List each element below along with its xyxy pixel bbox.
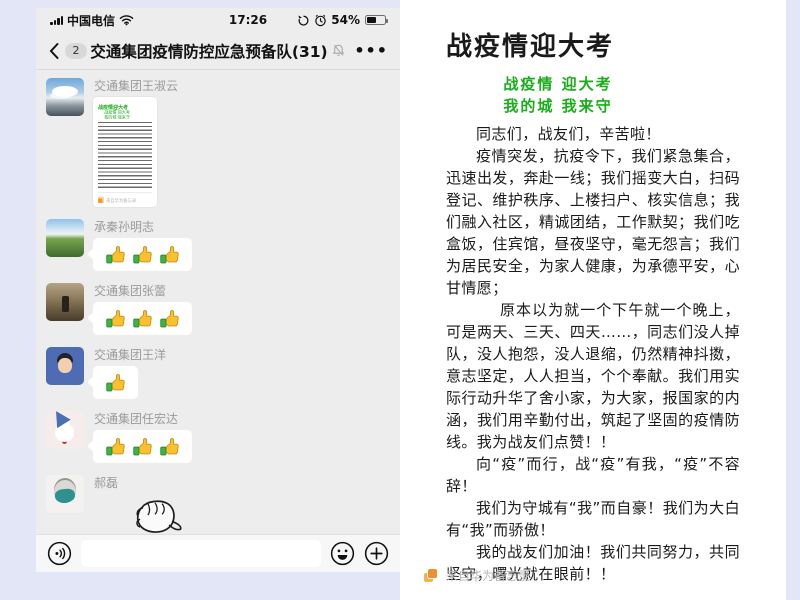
unread-count-badge: 2 (65, 43, 87, 59)
chat-nav-bar: 2 交通集团疫情防控应急预备队(31) ••• (36, 32, 400, 70)
carrier-label: 中国电信 (67, 12, 115, 29)
paragraph: 同志们，战友们，辛苦啦！ (446, 123, 740, 145)
mini-doc-subtitle: 战疫情 迎大考 (98, 109, 151, 111)
battery-icon (365, 15, 386, 26)
message-row: 交通集团王淑云 战疫情迎大考 战疫情 迎大考 我的城 我来守 来自华为备忘录 (46, 78, 390, 207)
fist-sticker[interactable] (121, 496, 189, 534)
muted-bell-icon (331, 43, 346, 58)
message-bubble[interactable] (93, 302, 192, 335)
document-body: 同志们，战友们，辛苦啦！ 疫情突发，抗疫令下，我们紧急集合，迅速出发，奔赴一线；… (446, 123, 740, 585)
paragraph: 疫情突发，抗疫令下，我们紧急集合，迅速出发，奔赴一线；我们摇变大白，扫码登记、维… (446, 145, 740, 299)
avatar[interactable] (46, 219, 84, 257)
document-footer: 来自华为备忘录 (424, 567, 530, 584)
subtitle-line: 战疫情 迎大考 (446, 73, 670, 95)
sender-name: 交通集团任宏达 (94, 412, 390, 426)
message-row: 交通集团张蕾 (46, 283, 390, 335)
status-bar: 中国电信 17:26 54% (36, 8, 400, 32)
mini-text-lines (98, 122, 152, 188)
document-title: 战疫情迎大考 (446, 26, 740, 63)
avatar[interactable] (46, 475, 84, 513)
cell-signal-icon (50, 16, 63, 25)
card-source-label: 来自华为备忘录 (106, 197, 136, 203)
message-row: 承秦孙明志 (46, 219, 390, 271)
more-menu-button[interactable]: ••• (354, 41, 388, 60)
paragraph: 我们为守城有“我”而自豪！我们为大白有“我”而骄傲！ (446, 497, 740, 541)
avatar[interactable] (46, 411, 84, 449)
rotation-lock-icon (297, 14, 310, 27)
alarm-icon (314, 14, 327, 27)
subtitle-line: 我的城 我来守 (446, 95, 670, 117)
message-bubble[interactable] (93, 430, 192, 463)
thumbs-up-icon (105, 309, 126, 330)
paragraph: 向“疫”而行，战“疫”有我，“疫”不容辞！ (446, 453, 740, 497)
document-source-label: 来自华为备忘录 (446, 567, 530, 584)
sender-name: 承秦孙明志 (94, 220, 390, 234)
plus-button[interactable] (364, 541, 389, 566)
chat-title: 交通集团疫情防控应急预备队(31) (36, 40, 400, 62)
message-input[interactable] (81, 540, 321, 567)
shared-note-card[interactable]: 战疫情迎大考 战疫情 迎大考 我的城 我来守 来自华为备忘录 (93, 97, 157, 207)
memo-document-panel: 战疫情迎大考 战疫情 迎大考 我的城 我来守 同志们，战友们，辛苦啦！ 疫情突发… (400, 0, 786, 600)
clock-time: 17:26 (229, 8, 267, 32)
message-list[interactable]: 交通集团王淑云 战疫情迎大考 战疫情 迎大考 我的城 我来守 来自华为备忘录 承… (36, 70, 400, 534)
wifi-icon (119, 14, 134, 26)
thumbs-up-icon (159, 245, 180, 266)
battery-percent: 54% (331, 13, 360, 27)
sender-name: 郝磊 (94, 476, 390, 490)
avatar[interactable] (46, 283, 84, 321)
thumbs-up-icon (132, 245, 153, 266)
sender-name: 交通集团张蕾 (94, 284, 390, 298)
message-row: 交通集团任宏达 (46, 411, 390, 463)
message-bubble[interactable] (93, 238, 192, 271)
message-row: 郝磊 (46, 475, 390, 534)
thumbs-up-icon (159, 309, 180, 330)
document-subtitles: 战疫情 迎大考 我的城 我来守 (446, 73, 670, 117)
thumbs-up-icon (159, 437, 180, 458)
message-row: 交通集团王洋 (46, 347, 390, 399)
avatar[interactable] (46, 78, 84, 116)
memo-app-icon (98, 197, 104, 203)
memo-app-icon (424, 569, 438, 583)
thumbs-up-icon (105, 437, 126, 458)
voice-message-button[interactable] (47, 541, 72, 566)
mini-doc-title: 战疫情迎大考 (98, 103, 152, 106)
thumbs-up-icon (105, 373, 126, 394)
thumbs-up-icon (105, 245, 126, 266)
emoji-button[interactable] (330, 541, 355, 566)
thumbs-up-icon (132, 437, 153, 458)
message-bubble[interactable] (93, 366, 138, 399)
chat-input-bar (36, 534, 400, 572)
avatar[interactable] (46, 347, 84, 385)
thumbs-up-icon (132, 309, 153, 330)
chevron-left-icon (48, 42, 60, 60)
sender-name: 交通集团王洋 (94, 348, 390, 362)
mini-doc-subtitle: 我的城 我来守 (98, 114, 151, 116)
wechat-phone-window: 中国电信 17:26 54% 2 交通集团疫情防控应急预备队(31) ••• 交… (36, 8, 400, 572)
paragraph: 原本以为就一个下午就一个晚上，可是两天、三天、四天……，同志们没人掉队，没人抱怨… (446, 299, 740, 453)
back-button[interactable]: 2 (48, 42, 87, 60)
page-background-strip (786, 0, 800, 600)
sender-name: 交通集团王淑云 (94, 79, 390, 93)
